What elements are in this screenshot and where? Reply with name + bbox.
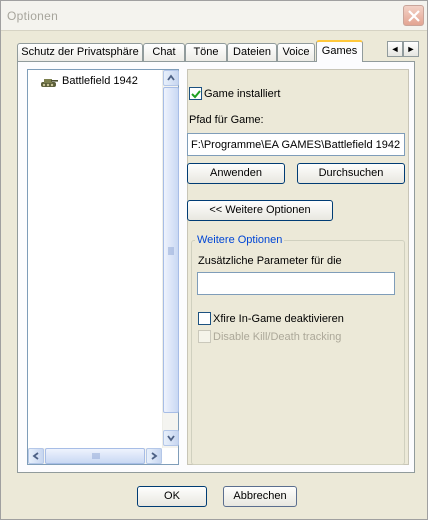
tank-icon <box>41 79 58 87</box>
chevron-left-icon <box>32 452 39 460</box>
game-list[interactable]: Battlefield 1942 <box>27 69 179 465</box>
tab-scroll-left-button[interactable]: ◄ <box>387 41 403 57</box>
options-window: Optionen Schutz der Privatsphäre Chat Tö… <box>0 0 428 520</box>
chevron-down-icon <box>167 435 175 442</box>
ingame-disable-label: Xfire In-Game deaktivieren <box>213 313 344 325</box>
more-options-button[interactable]: << Weitere Optionen <box>187 200 333 221</box>
browse-button[interactable]: Durchsuchen <box>297 163 405 184</box>
ok-button[interactable]: OK <box>137 486 207 507</box>
killdeath-label: Disable Kill/Death tracking <box>213 331 342 343</box>
tab-chat[interactable]: Chat <box>143 43 185 61</box>
cancel-button[interactable]: Abbrechen <box>223 486 297 507</box>
apply-button[interactable]: Anwenden <box>187 163 285 184</box>
tab-sounds[interactable]: Töne <box>185 43 227 61</box>
close-icon <box>408 10 420 22</box>
tab-games[interactable]: Games <box>316 40 363 62</box>
group-title: Weitere Optionen <box>195 234 285 246</box>
chevron-up-icon <box>167 74 175 81</box>
scroll-up-button[interactable] <box>163 70 179 86</box>
title-bar[interactable]: Optionen <box>1 1 427 31</box>
vertical-scrollbar[interactable] <box>162 70 179 448</box>
game-label: Battlefield 1942 <box>62 75 138 87</box>
chevron-left-icon: ◄ <box>390 44 400 54</box>
scroll-down-button[interactable] <box>163 430 179 446</box>
checkmark-icon <box>191 90 201 99</box>
horizontal-scroll-thumb[interactable] <box>45 448 145 464</box>
chevron-right-icon <box>151 452 158 460</box>
ingame-disable-checkbox[interactable] <box>198 312 211 325</box>
scroll-left-button[interactable] <box>28 448 44 464</box>
grip-icon <box>168 247 174 255</box>
extra-params-label: Zusätzliche Parameter für die <box>198 255 342 267</box>
list-item[interactable]: Battlefield 1942 <box>40 74 160 90</box>
path-label: Pfad für Game: <box>189 114 264 126</box>
horizontal-scrollbar[interactable] <box>28 448 162 464</box>
tab-privacy[interactable]: Schutz der Privatsphäre <box>17 43 143 61</box>
vertical-scroll-thumb[interactable] <box>163 87 179 413</box>
tab-scroll-right-button[interactable]: ► <box>403 41 419 57</box>
killdeath-checkbox <box>198 330 211 343</box>
path-input[interactable]: F:\Programme\EA GAMES\Battlefield 1942 <box>187 133 405 156</box>
chevron-right-icon: ► <box>406 44 416 54</box>
tab-files[interactable]: Dateien <box>227 43 277 61</box>
close-button[interactable] <box>403 5 424 26</box>
extra-params-input[interactable] <box>197 272 395 295</box>
window-title: Optionen <box>7 9 59 23</box>
game-installed-checkbox[interactable] <box>189 87 202 100</box>
scroll-right-button[interactable] <box>146 448 162 464</box>
tab-voice[interactable]: Voice <box>277 43 315 61</box>
grip-icon <box>92 453 100 459</box>
game-installed-label: Game installiert <box>204 88 281 100</box>
